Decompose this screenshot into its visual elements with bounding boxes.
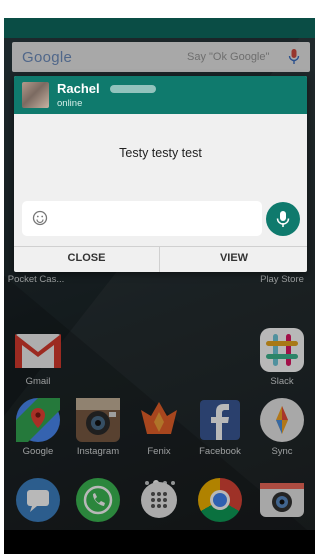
navigation-bar: [4, 530, 315, 554]
view-button[interactable]: VIEW: [161, 247, 307, 272]
sender-name: Rachel: [57, 81, 100, 96]
emoji-icon[interactable]: [32, 210, 48, 231]
message-text: Testy testy test: [119, 146, 202, 160]
reply-input[interactable]: [22, 201, 262, 236]
avatar: [22, 82, 49, 108]
quick-reply-popup: Rachel online Testy testy test CLOSE VIE…: [14, 76, 307, 272]
sender-status: online: [57, 98, 83, 109]
redacted-surname: [110, 85, 156, 93]
popup-actions: CLOSE VIEW: [14, 246, 307, 272]
phone-screen: Google Say "Ok Google" Pocket Cas... Pla…: [4, 18, 315, 530]
voice-send-button[interactable]: [266, 202, 300, 236]
mic-icon: [276, 211, 290, 227]
popup-header: Rachel online: [14, 76, 307, 114]
close-button[interactable]: CLOSE: [14, 247, 160, 272]
